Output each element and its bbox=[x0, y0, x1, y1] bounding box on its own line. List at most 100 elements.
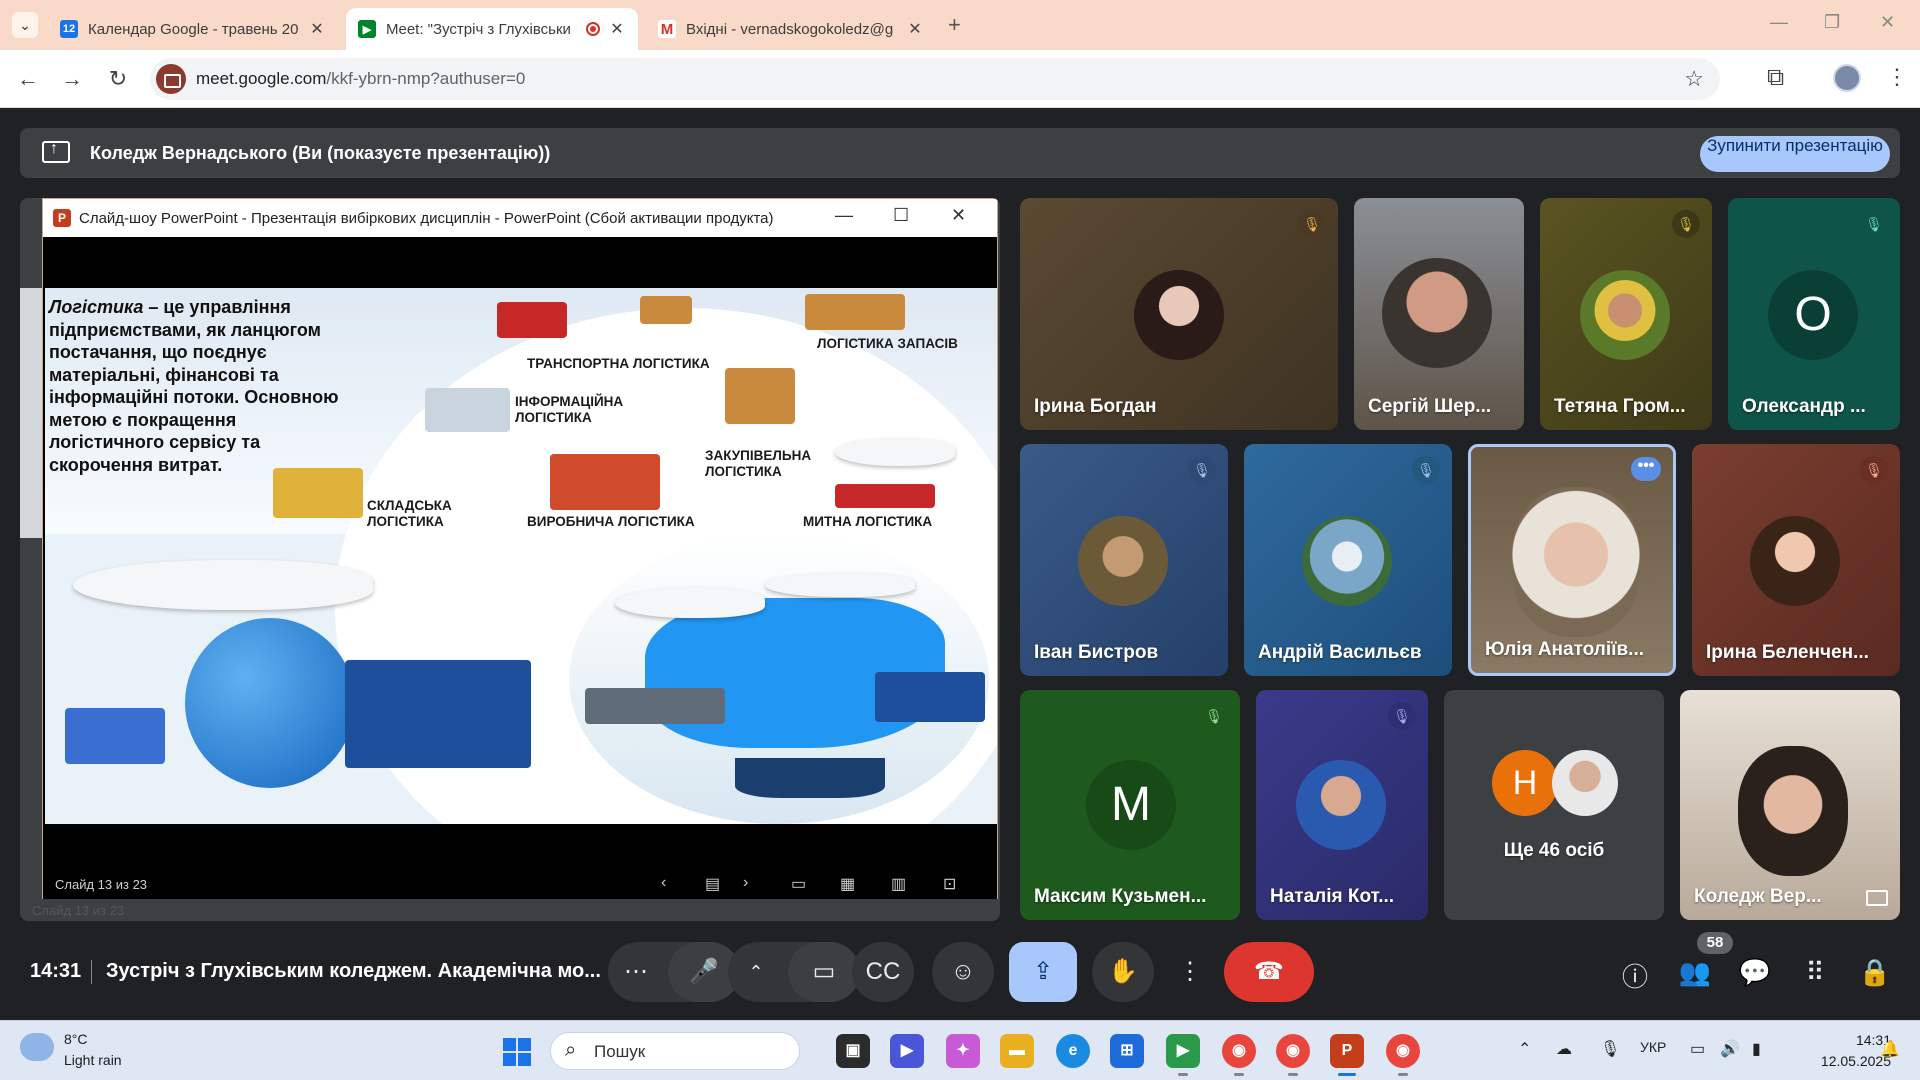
participant-name: Іван Бистров bbox=[1034, 642, 1159, 663]
minimize-icon[interactable]: — bbox=[1770, 12, 1788, 33]
tab-gmail[interactable]: M Вхідні - vernadskogokoledz@g ✕ bbox=[646, 8, 936, 50]
video-options-icon[interactable]: ⌃ bbox=[728, 942, 784, 1002]
participant-avatar bbox=[1552, 750, 1618, 816]
participant-video bbox=[1511, 487, 1641, 637]
slide-menu-icon[interactable]: ▤ bbox=[705, 874, 720, 894]
activities-icon[interactable]: ⠿ bbox=[1798, 957, 1832, 988]
restore-icon[interactable]: ❐ bbox=[1824, 12, 1840, 33]
leave-call-button[interactable]: ☎ bbox=[1224, 942, 1314, 1002]
reading-view-icon[interactable]: ▥ bbox=[891, 874, 906, 894]
participant-tile[interactable]: 🎙 Андрій Васильєв bbox=[1244, 444, 1452, 676]
raise-hand-icon[interactable]: ✋ bbox=[1092, 942, 1154, 1002]
bookmark-star-icon[interactable]: ☆ bbox=[1684, 66, 1704, 92]
show-hidden-icons[interactable]: ⌃ bbox=[1518, 1039, 1531, 1059]
network-icon[interactable]: ☁ bbox=[1556, 1039, 1572, 1059]
new-tab-button[interactable]: + bbox=[948, 12, 961, 38]
tab-google-calendar[interactable]: 12 Календар Google - травень 20 ✕ bbox=[48, 8, 338, 50]
file-explorer-icon[interactable]: ▬ bbox=[1000, 1034, 1034, 1068]
weather-temperature[interactable]: 8°C bbox=[64, 1031, 88, 1047]
people-icon[interactable]: 👥 bbox=[1678, 957, 1712, 988]
chrome-profile-2-icon[interactable]: ◉ bbox=[1276, 1034, 1310, 1076]
notifications-bell-icon[interactable]: 🔔 bbox=[1880, 1039, 1900, 1059]
slideshow-status-bar: Слайд 13 из 23 ‹ ▤ › ▭ ▦ ▥ ⊡ bbox=[43, 869, 997, 899]
taskbar-search-input[interactable]: ⌕ Пошук bbox=[550, 1032, 800, 1070]
audio-options-icon[interactable]: ⋯ bbox=[608, 942, 664, 1002]
tab-google-meet[interactable]: ▶ Meet: "Зустріч з Глухівськи ✕ bbox=[346, 8, 638, 50]
windows-start-icon[interactable] bbox=[503, 1038, 531, 1066]
display-icon[interactable]: ▭ bbox=[1690, 1039, 1705, 1059]
presentation-stage: P Слайд-шоу PowerPoint - Презентація виб… bbox=[20, 198, 1000, 921]
participant-tile[interactable]: 🎙 Наталія Кот... bbox=[1256, 690, 1428, 920]
mic-off-icon: 🎙 bbox=[1860, 456, 1888, 484]
hand-truck-boxes-image bbox=[725, 368, 795, 424]
participant-tile[interactable]: 🎙 Ірина Беленчен... bbox=[1692, 444, 1900, 676]
more-options-icon[interactable]: ••• bbox=[1631, 457, 1661, 481]
emoji-reaction-icon[interactable]: ☺ bbox=[932, 942, 994, 1002]
participant-tile[interactable]: 🎙 Іван Бистров bbox=[1020, 444, 1228, 676]
battery-icon[interactable]: ▮ bbox=[1752, 1039, 1761, 1059]
present-screen-button[interactable]: ⇪ bbox=[1009, 942, 1077, 1002]
chrome-profile-1-icon[interactable]: ◉ bbox=[1222, 1034, 1256, 1076]
ppt-close-icon[interactable]: ✕ bbox=[951, 205, 966, 226]
camera-icon[interactable]: ▭ bbox=[788, 942, 860, 1002]
previous-slide-icon[interactable]: ‹ bbox=[661, 874, 666, 892]
more-options-icon[interactable]: ⋮ bbox=[1170, 942, 1210, 1002]
meet-app-icon[interactable]: ▶ bbox=[1166, 1034, 1200, 1076]
participant-tile[interactable]: 🎙 Тетяна Гром... bbox=[1540, 198, 1712, 430]
reload-icon[interactable]: ↻ bbox=[104, 66, 132, 92]
back-icon[interactable]: ← bbox=[14, 66, 42, 92]
tab-search-button[interactable]: ⌄ bbox=[12, 12, 38, 38]
participant-count-badge: 58 bbox=[1697, 932, 1733, 954]
profile-avatar[interactable] bbox=[1833, 64, 1861, 92]
participant-tile-speaking[interactable]: ••• Юлія Анатоліїв... bbox=[1468, 444, 1676, 676]
copilot-icon[interactable]: ✦ bbox=[946, 1034, 980, 1068]
self-view-tile[interactable]: Коледж Вер... bbox=[1680, 690, 1900, 920]
chrome-profile-3-icon[interactable]: ◉ bbox=[1386, 1034, 1420, 1076]
extensions-icon[interactable]: ⧉ bbox=[1767, 64, 1784, 92]
shared-screen-echo bbox=[20, 288, 44, 538]
presenter-view-icon[interactable]: ⊡ bbox=[943, 874, 956, 894]
ppt-maximize-icon[interactable]: ☐ bbox=[893, 205, 909, 226]
chat-icon[interactable]: 💬 bbox=[1738, 957, 1772, 988]
ppt-minimize-icon[interactable]: — bbox=[835, 205, 853, 226]
host-controls-icon[interactable]: 🔒 bbox=[1858, 957, 1892, 988]
blue-truck-image bbox=[875, 672, 985, 722]
close-window-icon[interactable]: ✕ bbox=[1880, 12, 1895, 33]
edge-icon[interactable]: e bbox=[1056, 1034, 1090, 1068]
more-participants-count: Ще 46 осіб bbox=[1503, 840, 1605, 861]
forward-icon[interactable]: → bbox=[58, 66, 86, 92]
participant-tile[interactable]: Сергій Шер... bbox=[1354, 198, 1524, 430]
task-view-icon[interactable]: ▣ bbox=[836, 1034, 870, 1068]
participant-tile[interactable]: О 🎙 Олександр ... bbox=[1728, 198, 1900, 430]
pip-icon[interactable] bbox=[1866, 890, 1888, 906]
normal-view-icon[interactable]: ▭ bbox=[791, 874, 806, 894]
participant-initial-avatar: Н bbox=[1492, 750, 1558, 816]
powerpoint-taskbar-icon[interactable]: P bbox=[1330, 1034, 1364, 1076]
language-indicator[interactable]: УКР bbox=[1640, 1039, 1666, 1055]
slide-sorter-icon[interactable]: ▦ bbox=[840, 874, 855, 894]
server-documents-image bbox=[425, 388, 510, 432]
browser-menu-icon[interactable]: ⋮ bbox=[1886, 64, 1908, 90]
close-tab-icon[interactable]: ✕ bbox=[906, 19, 924, 39]
more-participants-tile[interactable]: Н Ще 46 осіб bbox=[1444, 690, 1664, 920]
url-text[interactable]: meet.google.com/kkf-ybrn-nmp?authuser=0 bbox=[196, 69, 525, 89]
participant-tile[interactable]: М 🎙 Максим Кузьмен... bbox=[1020, 690, 1240, 920]
microphone-tray-icon[interactable]: 🎙 bbox=[1600, 1039, 1620, 1059]
weather-description[interactable]: Light rain bbox=[64, 1052, 122, 1068]
store-icon[interactable]: ⊞ bbox=[1110, 1034, 1144, 1068]
meeting-details-icon[interactable]: ⓘ bbox=[1618, 957, 1652, 994]
teams-meet-icon[interactable]: ▶ bbox=[890, 1034, 924, 1068]
site-info-icon[interactable] bbox=[156, 64, 186, 94]
weather-rain-icon[interactable] bbox=[20, 1033, 54, 1061]
participant-tile[interactable]: 🎙 Ірина Богдан bbox=[1020, 198, 1338, 430]
participant-avatar bbox=[1078, 516, 1168, 606]
next-slide-icon[interactable]: › bbox=[743, 874, 748, 892]
close-tab-icon[interactable]: ✕ bbox=[608, 19, 626, 39]
volume-icon[interactable]: 🔊 bbox=[1720, 1039, 1740, 1059]
stop-presenting-button[interactable]: Зупинити презентацію bbox=[1700, 136, 1890, 172]
address-bar[interactable]: meet.google.com/kkf-ybrn-nmp?authuser=0 … bbox=[150, 58, 1720, 100]
close-tab-icon[interactable]: ✕ bbox=[308, 19, 326, 39]
semi-truck-image bbox=[585, 688, 725, 724]
captions-icon[interactable]: CC bbox=[852, 942, 914, 1002]
taskbar-clock-date[interactable]: 12.05.2025 bbox=[1791, 1053, 1891, 1069]
